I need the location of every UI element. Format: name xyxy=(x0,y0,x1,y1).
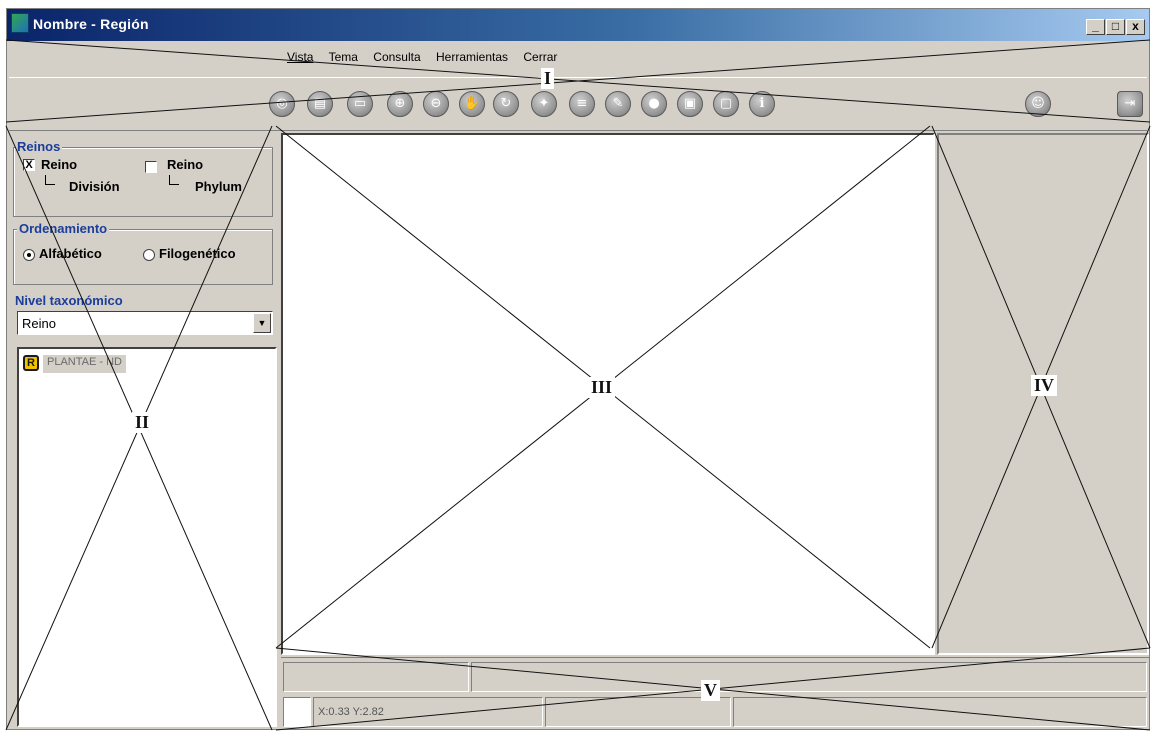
filogenetico-radio[interactable] xyxy=(143,249,155,261)
image2-icon[interactable]: ▢ xyxy=(713,91,739,117)
app-logo-icon xyxy=(11,13,29,33)
main-window: Nombre - Región _ □ x Vista Tema Consult… xyxy=(6,8,1150,730)
pan-hand-icon[interactable]: ✋ xyxy=(459,91,485,117)
identify-icon[interactable]: ✦ xyxy=(531,91,557,117)
globe-icon[interactable]: ◎ xyxy=(269,91,295,117)
alfabetico-radio[interactable] xyxy=(23,249,35,261)
status-pane xyxy=(733,697,1147,727)
menu-consulta[interactable]: Consulta xyxy=(373,50,420,64)
zoom-out-icon[interactable]: ⊖ xyxy=(423,91,449,117)
reino-division-label: Reino xyxy=(41,157,78,172)
print-icon[interactable]: ▤ xyxy=(307,91,333,117)
tree-node-plantae[interactable]: PLANTAE - ND xyxy=(43,355,126,373)
tree-connector xyxy=(45,175,55,185)
reino-phylum-checkbox[interactable] xyxy=(145,161,157,173)
ordenamiento-title: Ordenamiento xyxy=(17,221,110,236)
info-icon[interactable]: ℹ xyxy=(749,91,775,117)
nivel-taxonomico-value: Reino xyxy=(22,316,56,331)
nivel-taxonomico-select[interactable]: Reino ▼ xyxy=(17,311,273,335)
select-icon[interactable]: ● xyxy=(641,91,667,117)
print-preview-icon[interactable]: ▭ xyxy=(347,91,373,117)
window-title: Nombre - Región xyxy=(33,16,149,32)
reinos-title: Reinos xyxy=(15,139,63,154)
status-pane xyxy=(471,662,1147,692)
phylum-label: Phylum xyxy=(195,179,242,194)
region-label-iv: IV xyxy=(1031,375,1058,396)
reino-division-checkbox[interactable]: X xyxy=(23,159,35,171)
nivel-taxonomico-label: Nivel taxonómico xyxy=(13,293,125,308)
menu-bar: Vista Tema Consulta Herramientas Cerrar xyxy=(287,50,569,68)
exit-icon[interactable]: ⇥ xyxy=(1117,91,1143,117)
region-label-i: I xyxy=(541,68,555,89)
menu-vista[interactable]: Vista xyxy=(287,50,313,64)
region-label-v: V xyxy=(701,680,720,701)
reino-node-icon: R xyxy=(23,355,39,371)
title-bar: Nombre - Región _ □ x xyxy=(7,9,1149,41)
toolbar: ◎ ▤ ▭ ⊕ ⊖ ✋ ↻ ✦ ≡ ✎ ● ▣ ▢ ℹ ☺ ⇥ xyxy=(9,77,1147,131)
tree-connector xyxy=(169,175,179,185)
zoom-in-icon[interactable]: ⊕ xyxy=(387,91,413,117)
status-color-swatch xyxy=(283,697,311,727)
menu-herramientas[interactable]: Herramientas xyxy=(436,50,508,64)
face-icon[interactable]: ☺ xyxy=(1025,91,1051,117)
menu-cerrar[interactable]: Cerrar xyxy=(523,50,557,64)
region-label-iii: III xyxy=(588,377,616,398)
tools-icon[interactable]: ✎ xyxy=(605,91,631,117)
minimize-button[interactable]: _ xyxy=(1086,19,1105,35)
taxonomy-tree[interactable]: R PLANTAE - ND xyxy=(17,347,277,727)
maximize-button[interactable]: □ xyxy=(1106,19,1125,35)
status-pane xyxy=(545,697,731,727)
region-label-ii: II xyxy=(132,412,153,433)
close-button[interactable]: x xyxy=(1126,19,1145,35)
division-label: División xyxy=(69,179,120,194)
layers-icon[interactable]: ≡ xyxy=(569,91,595,117)
refresh-icon[interactable]: ↻ xyxy=(493,91,519,117)
image-icon[interactable]: ▣ xyxy=(677,91,703,117)
status-pane xyxy=(283,662,469,692)
reino-phylum-label: Reino xyxy=(167,157,204,172)
filogenetico-label: Filogenético xyxy=(159,246,236,261)
coordinates-readout: X:0.33 Y:2.82 xyxy=(313,697,543,727)
alfabetico-label: Alfabético xyxy=(39,246,102,261)
menu-tema[interactable]: Tema xyxy=(329,50,358,64)
chevron-down-icon[interactable]: ▼ xyxy=(253,313,271,333)
